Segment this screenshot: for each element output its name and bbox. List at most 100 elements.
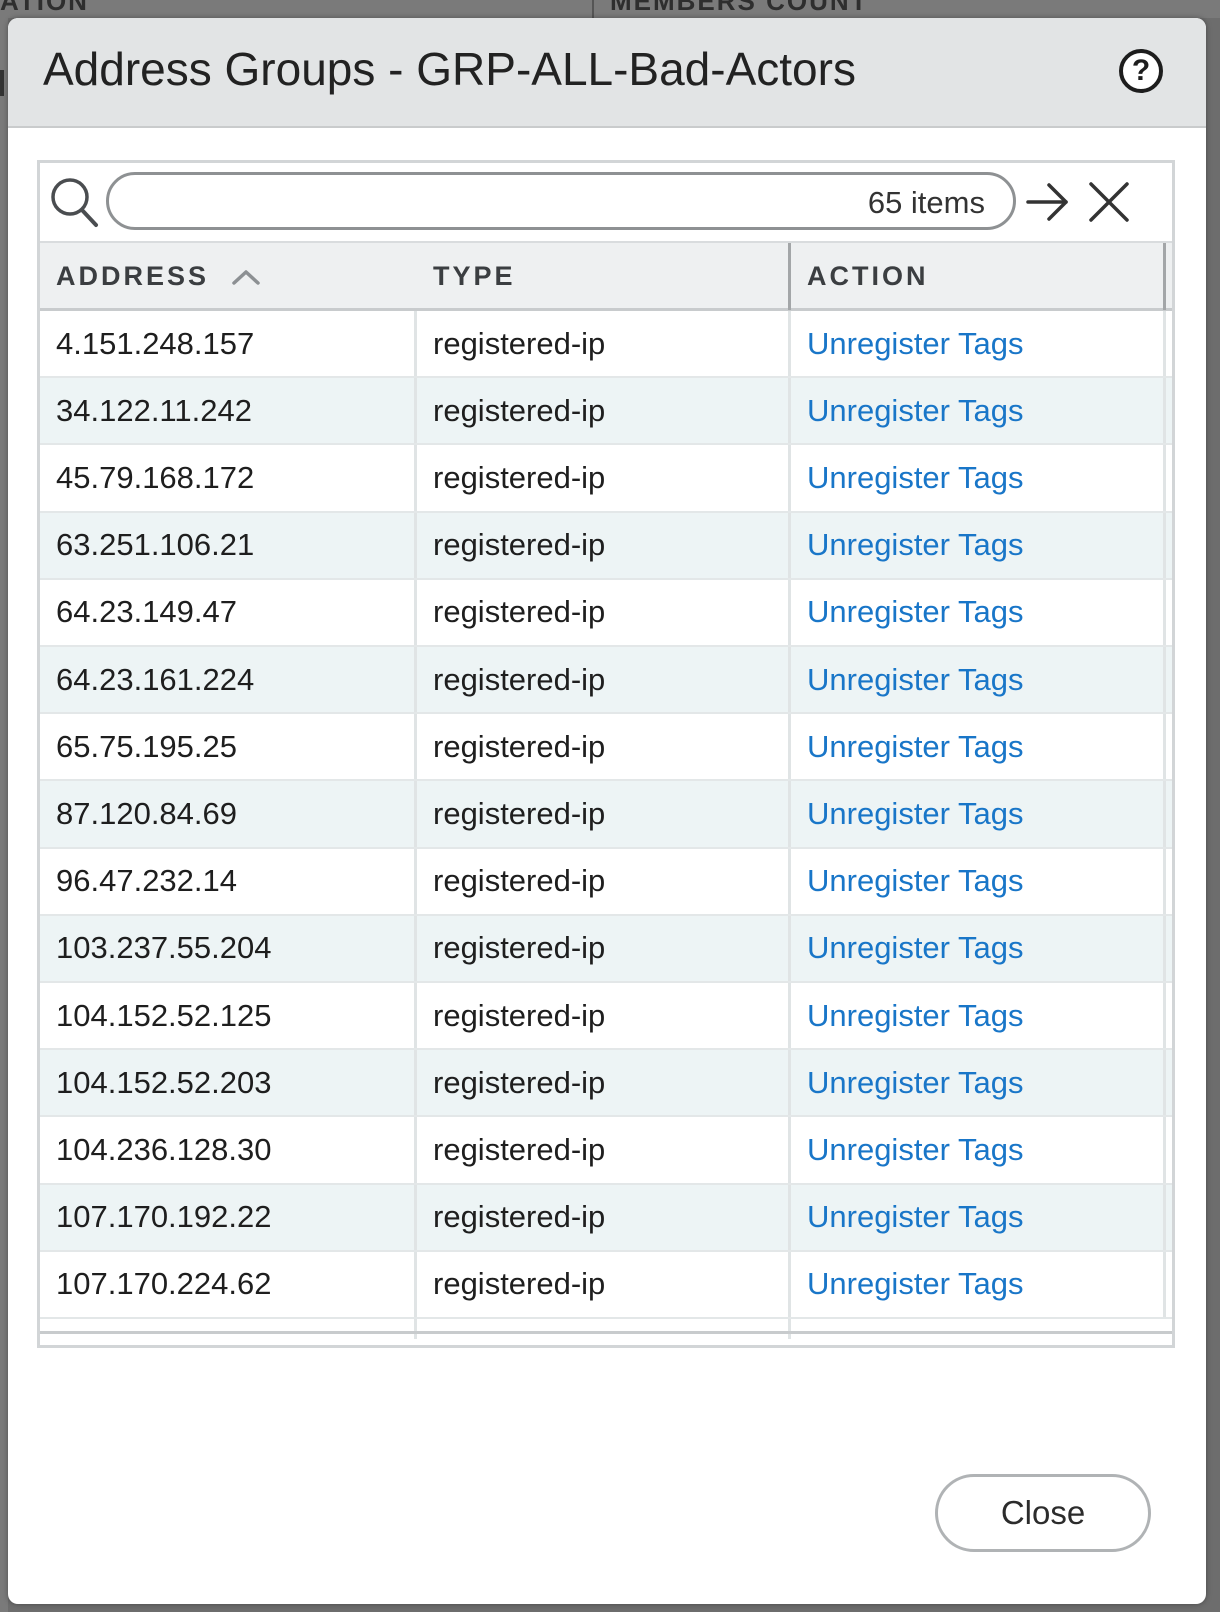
row-divider — [1163, 579, 1166, 645]
address-cell: 63.251.106.21 — [56, 527, 255, 563]
dialog-title: Address Groups - GRP-ALL-Bad-Actors — [43, 43, 856, 95]
unregister-tags-link[interactable]: Unregister Tags — [807, 998, 1024, 1034]
unregister-tags-link[interactable]: Unregister Tags — [807, 1199, 1024, 1235]
table-row[interactable]: 104.152.52.125 registered-ip Unregister Ta… — [40, 983, 1172, 1051]
type-cell: registered-ip — [414, 983, 788, 1049]
action-cell: Unregister Tags — [788, 983, 1162, 1049]
unregister-tags-link[interactable]: Unregister Tags — [807, 1266, 1024, 1302]
unregister-tags-link[interactable]: Unregister Tags — [807, 930, 1024, 966]
table-row[interactable]: 107.170.224.62 registered-ip Unregister Ta… — [40, 1251, 1172, 1319]
table-row[interactable]: 4.151.248.157 registered-ip Unregister Tag… — [40, 311, 1172, 379]
type-cell: registered-ip — [414, 579, 788, 645]
type-cell: registered-ip — [414, 311, 788, 377]
action-cell: Unregister Tags — [788, 445, 1162, 511]
address-cell: 96.47.232.14 — [56, 863, 238, 899]
table-row[interactable]: 65.75.195.25 registered-ip Unregister Tags — [40, 714, 1172, 782]
empty-cell — [788, 1319, 1162, 1339]
action-cell: Unregister Tags — [788, 1050, 1162, 1116]
dialog-header: Address Groups - GRP-ALL-Bad-Actors ? — [8, 18, 1206, 128]
table-row[interactable]: 96.47.232.14 registered-ip Unregister Tags — [40, 848, 1172, 916]
action-cell: Unregister Tags — [788, 311, 1162, 377]
background-page-edge — [0, 18, 8, 1612]
grid-footer — [40, 1331, 1172, 1334]
action-cell: Unregister Tags — [788, 781, 1162, 847]
type-cell: registered-ip — [414, 1117, 788, 1183]
address-cell: 107.170.224.62 — [56, 1266, 272, 1302]
search-toolbar: 65 items — [40, 163, 1172, 241]
row-divider — [1163, 714, 1166, 780]
sort-ascending-icon — [232, 269, 260, 285]
unregister-tags-link[interactable]: Unregister Tags — [807, 863, 1024, 899]
action-cell: Unregister Tags — [788, 714, 1162, 780]
row-divider — [1163, 311, 1166, 377]
table-row[interactable]: 87.120.84.69 registered-ip Unregister Tags — [40, 781, 1172, 849]
action-cell: Unregister Tags — [788, 848, 1162, 914]
column-header-label: TYPE — [433, 261, 516, 291]
column-header-type[interactable]: TYPE — [414, 243, 788, 310]
members-grid-panel: 65 items ADDRESS TYPE ACTION 4.151.248.1… — [37, 160, 1175, 1348]
table-row[interactable]: 64.23.161.224 registered-ip Unregister Tag… — [40, 647, 1172, 715]
action-cell: Unregister Tags — [788, 647, 1162, 713]
table-row[interactable]: 45.79.168.172 registered-ip Unregister Tag… — [40, 445, 1172, 513]
background-column-divider — [592, 0, 594, 18]
type-cell: registered-ip — [414, 647, 788, 713]
type-cell: registered-ip — [414, 714, 788, 780]
search-input[interactable]: 65 items — [106, 172, 1016, 230]
row-divider — [1163, 378, 1166, 444]
unregister-tags-link[interactable]: Unregister Tags — [807, 662, 1024, 698]
unregister-tags-link[interactable]: Unregister Tags — [807, 1065, 1024, 1101]
action-cell: Unregister Tags — [788, 1117, 1162, 1183]
type-cell: registered-ip — [414, 848, 788, 914]
table-row-partial — [40, 1319, 1172, 1339]
table-row[interactable]: 34.122.11.242 registered-ip Unregister Tag… — [40, 378, 1172, 446]
address-cell: 104.152.52.125 — [56, 997, 272, 1033]
type-cell: registered-ip — [414, 1184, 788, 1250]
unregister-tags-link[interactable]: Unregister Tags — [807, 460, 1024, 496]
type-cell: registered-ip — [414, 781, 788, 847]
address-cell: 64.23.161.224 — [56, 661, 255, 697]
unregister-tags-link[interactable]: Unregister Tags — [807, 594, 1024, 630]
action-cell: Unregister Tags — [788, 915, 1162, 981]
table-row[interactable]: 63.251.106.21 registered-ip Unregister Tag… — [40, 512, 1172, 580]
empty-cell — [40, 1319, 414, 1339]
background-column-header: ATION — [0, 0, 89, 16]
items-count: 65 items — [867, 185, 985, 220]
background-column-header: MEMBERS COUNT — [610, 0, 869, 16]
column-header-label: ACTION — [807, 261, 929, 291]
column-header-action[interactable]: ACTION — [788, 243, 1162, 310]
table-row[interactable]: 107.170.192.22 registered-ip Unregister Ta… — [40, 1184, 1172, 1252]
address-cell: 34.122.11.242 — [56, 392, 252, 428]
type-cell: registered-ip — [414, 512, 788, 578]
address-cell: 104.152.52.203 — [56, 1064, 272, 1100]
question-circle-icon[interactable]: ? — [1119, 49, 1163, 93]
table-row[interactable]: 64.23.149.47 registered-ip Unregister Tags — [40, 579, 1172, 647]
row-divider — [1163, 915, 1166, 981]
address-cell: 65.75.195.25 — [56, 728, 238, 764]
close-icon[interactable] — [1086, 179, 1132, 225]
row-divider — [1163, 445, 1166, 511]
arrow-right-icon[interactable] — [1025, 179, 1071, 225]
unregister-tags-link[interactable]: Unregister Tags — [807, 796, 1024, 832]
row-divider — [1163, 647, 1166, 713]
close-button[interactable]: Close — [935, 1474, 1151, 1552]
type-cell: registered-ip — [414, 445, 788, 511]
unregister-tags-link[interactable]: Unregister Tags — [807, 326, 1024, 362]
action-cell: Unregister Tags — [788, 378, 1162, 444]
unregister-tags-link[interactable]: Unregister Tags — [807, 527, 1024, 563]
type-cell: registered-ip — [414, 915, 788, 981]
table-row[interactable]: 103.237.55.204 registered-ip Unregister Ta… — [40, 915, 1172, 983]
row-divider — [1163, 848, 1166, 914]
unregister-tags-link[interactable]: Unregister Tags — [807, 393, 1024, 429]
type-cell: registered-ip — [414, 378, 788, 444]
row-divider — [1163, 1117, 1166, 1183]
unregister-tags-link[interactable]: Unregister Tags — [807, 1132, 1024, 1168]
unregister-tags-link[interactable]: Unregister Tags — [807, 729, 1024, 765]
address-cell: 64.23.149.47 — [56, 594, 238, 630]
address-cell: 103.237.55.204 — [56, 930, 272, 966]
table-row[interactable]: 104.152.52.203 registered-ip Unregister Ta… — [40, 1050, 1172, 1118]
column-resize-handle[interactable] — [1163, 243, 1166, 310]
table-row[interactable]: 104.236.128.30 registered-ip Unregister Ta… — [40, 1117, 1172, 1185]
action-cell: Unregister Tags — [788, 1251, 1162, 1317]
row-divider — [1163, 1251, 1166, 1317]
column-header-address[interactable]: ADDRESS — [40, 243, 414, 310]
